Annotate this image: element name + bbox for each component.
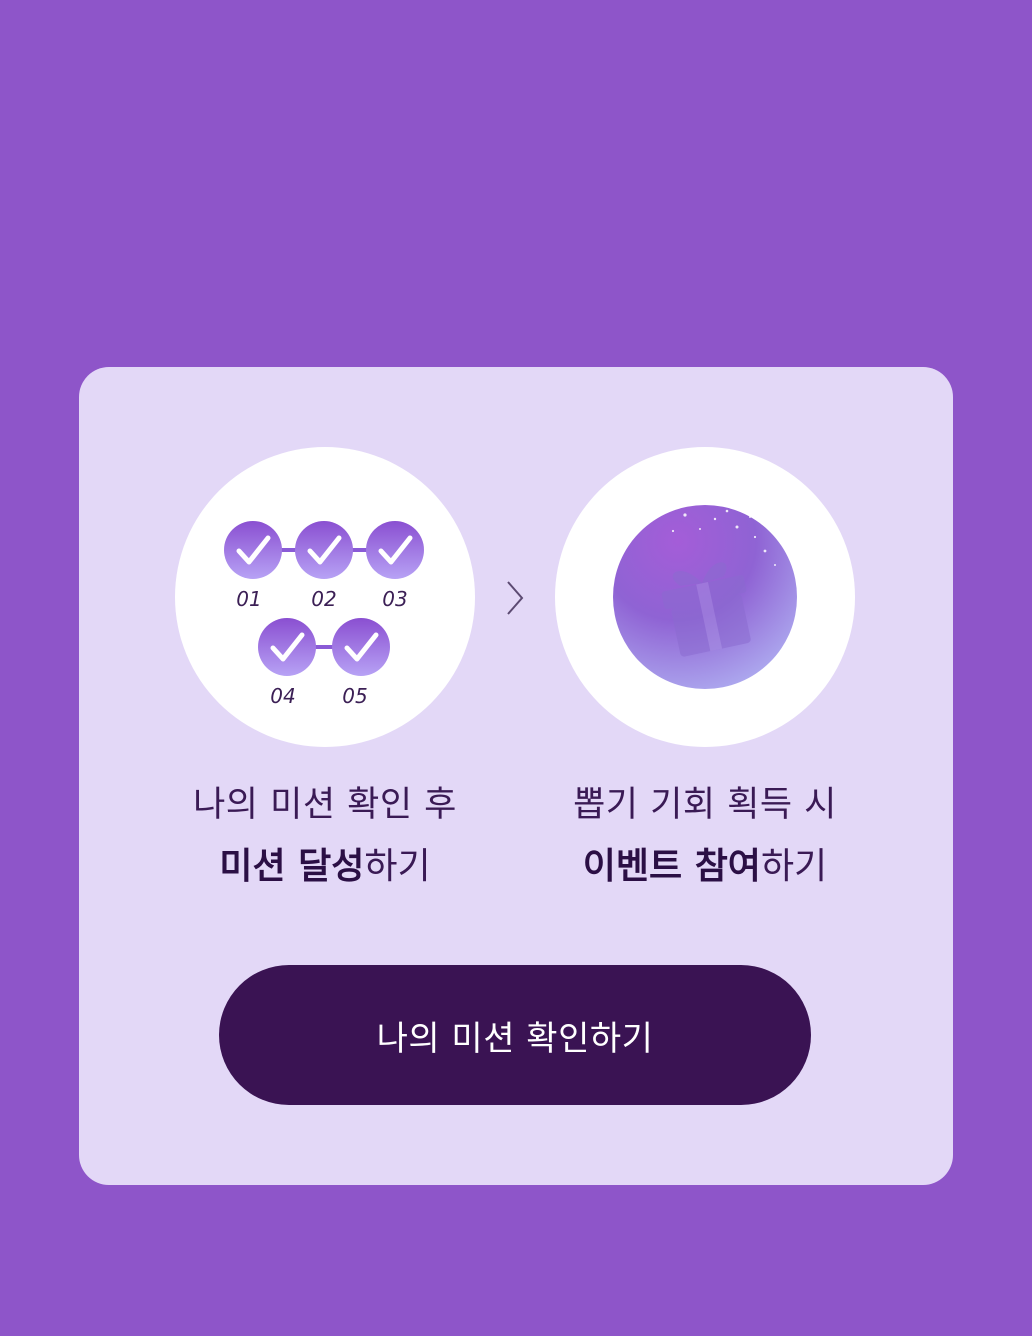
check-my-missions-button[interactable]: 나의 미션 확인하기	[219, 965, 811, 1105]
step-caption-suffix: 하기	[364, 846, 431, 887]
check-number-03: 03	[382, 587, 407, 611]
check-number-02: 02	[311, 587, 336, 611]
check-circle-04	[258, 618, 316, 676]
step-caption-highlight: 이벤트 참여	[582, 846, 761, 887]
gift-orb-illustration	[555, 447, 855, 747]
step-caption-suffix: 하기	[760, 846, 828, 887]
check-circle-01	[224, 521, 282, 579]
step-caption-line1: 나의 미션 확인 후	[193, 785, 457, 825]
mission-checklist-illustration: 01 02 03 04 05	[175, 447, 475, 747]
step-caption-mission: 나의 미션 확인 후 미션 달성하기	[135, 775, 515, 899]
check-number-04: 04	[270, 684, 295, 708]
step-caption-line1: 뽑기 기회 획득 시	[573, 785, 837, 825]
mission-guide-card: 01 02 03 04 05 나의 미션 확인 후 미션 달성하기 뽑기 기회 …	[79, 367, 953, 1185]
mission-checklist-icon: 01 02 03 04 05	[224, 521, 424, 708]
check-circle-03	[366, 521, 424, 579]
check-number-01: 01	[236, 587, 261, 611]
gift-orb-icon	[613, 505, 797, 689]
check-number-05: 05	[342, 684, 367, 708]
step-caption-highlight: 미션 달성	[219, 846, 365, 887]
step-caption-line2: 미션 달성하기	[135, 835, 515, 899]
step-caption-line2: 이벤트 참여하기	[515, 835, 895, 899]
check-circle-02	[295, 521, 353, 579]
check-circle-05	[332, 618, 390, 676]
chevron-right-icon	[507, 581, 524, 615]
step-caption-event: 뽑기 기회 획득 시 이벤트 참여하기	[515, 775, 895, 899]
